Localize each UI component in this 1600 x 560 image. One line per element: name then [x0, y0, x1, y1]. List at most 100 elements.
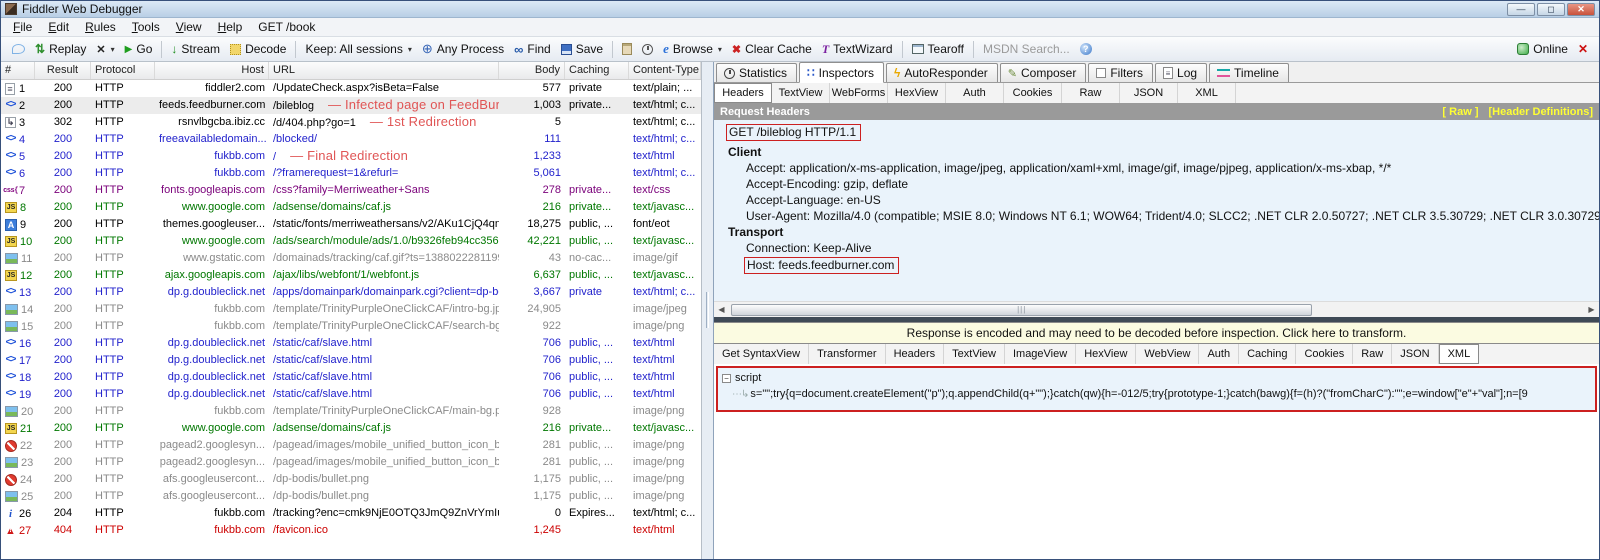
- tree-collapse-icon[interactable]: −: [722, 374, 731, 383]
- comment-button[interactable]: [7, 42, 30, 56]
- panel-splitter[interactable]: [701, 62, 714, 560]
- column-header-result[interactable]: Result: [35, 62, 91, 79]
- tab-get-syntaxview[interactable]: Get SyntaxView: [714, 344, 809, 364]
- column-header-protocol[interactable]: Protocol: [91, 62, 155, 79]
- tab-headers[interactable]: Headers: [886, 344, 945, 364]
- session-row[interactable]: css{7200HTTPfonts.googleapis.com/css?fam…: [1, 182, 701, 199]
- decode-notice-bar[interactable]: Response is encoded and may need to be d…: [714, 322, 1599, 344]
- tab-caching[interactable]: Caching: [1239, 344, 1296, 364]
- session-row[interactable]: <>19200HTTPdp.g.doubleclick.net/static/c…: [1, 386, 701, 403]
- session-row[interactable]: JS8200HTTPwww.google.com/adsense/domains…: [1, 199, 701, 216]
- msdn-search-button[interactable]: MSDN Search...: [978, 40, 1075, 58]
- remove-sessions-button[interactable]: ✕▾: [91, 41, 119, 58]
- tab-auth[interactable]: Auth: [1199, 344, 1239, 364]
- scroll-right-arrow[interactable]: ▶: [1584, 305, 1599, 314]
- find-button[interactable]: ∞Find: [509, 40, 556, 59]
- keep-sessions-dropdown[interactable]: Keep: All sessions▾: [300, 40, 416, 58]
- clear-cache-button[interactable]: ✖Clear Cache: [727, 40, 817, 58]
- session-row[interactable]: 23200HTTPpagead2.googlesyn.../pagead/ima…: [1, 454, 701, 471]
- save-button[interactable]: Save: [556, 40, 608, 58]
- column-header-caching[interactable]: Caching: [565, 62, 629, 79]
- menu-session-request[interactable]: GET /book: [250, 19, 323, 35]
- menu-view[interactable]: View: [168, 19, 210, 35]
- restore-button[interactable]: ◻: [1537, 3, 1565, 16]
- session-row[interactable]: <>18200HTTPdp.g.doubleclick.net/static/c…: [1, 369, 701, 386]
- session-row[interactable]: JS12200HTTPajax.googleapis.com/ajax/libs…: [1, 267, 701, 284]
- tab-webview[interactable]: WebView: [1136, 344, 1199, 364]
- tab-hexview[interactable]: HexView: [888, 83, 946, 103]
- go-button[interactable]: ▶Go: [120, 40, 158, 58]
- tab-json[interactable]: JSON: [1120, 83, 1178, 103]
- toolbar-close-button[interactable]: ✕: [1573, 40, 1593, 58]
- screenshot-button[interactable]: [617, 41, 637, 57]
- textwizard-button[interactable]: TTextWizard: [817, 40, 898, 59]
- session-row[interactable]: 20200HTTPfukbb.com/template/TrinityPurpl…: [1, 403, 701, 420]
- menu-file[interactable]: File: [5, 19, 40, 35]
- header-definitions-link[interactable]: [Header Definitions]: [1488, 106, 1593, 118]
- online-indicator[interactable]: Online: [1512, 40, 1573, 58]
- timer-button[interactable]: [637, 42, 658, 57]
- close-button[interactable]: ✕: [1567, 3, 1595, 16]
- tab-xml[interactable]: XML: [1178, 83, 1236, 103]
- session-row[interactable]: <>6200HTTPfukbb.com/?framerequest=1&refu…: [1, 165, 701, 182]
- session-row[interactable]: ↳3302HTTPrsnvlbgcba.ibiz.cc/d/404.php?go…: [1, 114, 701, 131]
- minimize-button[interactable]: —: [1507, 3, 1535, 16]
- tab-webforms[interactable]: WebForms: [830, 83, 888, 103]
- session-row[interactable]: ≡1200HTTPfiddler2.com/UpdateCheck.aspx?i…: [1, 80, 701, 97]
- tab-cookies[interactable]: Cookies: [1004, 83, 1062, 103]
- tab-raw[interactable]: Raw: [1062, 83, 1120, 103]
- browse-button[interactable]: eBrowse▾: [658, 39, 727, 59]
- tab-hexview[interactable]: HexView: [1076, 344, 1136, 364]
- tab-textview[interactable]: TextView: [772, 83, 830, 103]
- tab-inspectors[interactable]: ∷Inspectors: [799, 62, 884, 83]
- tab-autoresponder[interactable]: ϟAutoResponder: [886, 63, 998, 82]
- session-row[interactable]: <>4200HTTPfreeavailabledomain.../blocked…: [1, 131, 701, 148]
- tab-composer[interactable]: ✎Composer: [1000, 63, 1087, 82]
- session-row[interactable]: 24200HTTPafs.googleusercont.../dp-bodis/…: [1, 471, 701, 488]
- session-row[interactable]: JS21200HTTPwww.google.com/adsense/domain…: [1, 420, 701, 437]
- tab-transformer[interactable]: Transformer: [809, 344, 886, 364]
- session-row[interactable]: 14200HTTPfukbb.com/template/TrinityPurpl…: [1, 301, 701, 318]
- tab-json[interactable]: JSON: [1392, 344, 1438, 364]
- tab-textview[interactable]: TextView: [944, 344, 1005, 364]
- session-row[interactable]: <>13200HTTPdp.g.doubleclick.net/apps/dom…: [1, 284, 701, 301]
- session-list-header[interactable]: #ResultProtocolHostURLBodyCachingContent…: [1, 62, 701, 80]
- tab-xml[interactable]: XML: [1439, 344, 1480, 364]
- tab-timeline[interactable]: Timeline: [1209, 63, 1289, 82]
- tab-headers[interactable]: Headers: [714, 83, 772, 103]
- horizontal-scrollbar[interactable]: ◀ ▶: [714, 301, 1599, 317]
- menu-help[interactable]: Help: [210, 19, 251, 35]
- scroll-left-arrow[interactable]: ◀: [714, 305, 729, 314]
- help-button[interactable]: ?: [1075, 41, 1097, 57]
- session-row[interactable]: JS10200HTTPwww.google.com/ads/search/mod…: [1, 233, 701, 250]
- session-row[interactable]: ▲27404HTTPfukbb.com/favicon.ico1,245text…: [1, 522, 701, 539]
- menu-rules[interactable]: Rules: [77, 19, 124, 35]
- session-row[interactable]: 15200HTTPfukbb.com/template/TrinityPurpl…: [1, 318, 701, 335]
- tearoff-button[interactable]: Tearoff: [907, 40, 969, 58]
- menu-tools[interactable]: Tools: [124, 19, 168, 35]
- session-row[interactable]: <>5200HTTPfukbb.com/Final Redirection1,2…: [1, 148, 701, 165]
- scrollbar-thumb[interactable]: [731, 304, 1312, 316]
- session-row[interactable]: 11200HTTPwww.gstatic.com/domainads/track…: [1, 250, 701, 267]
- tab-log[interactable]: ≡Log: [1155, 63, 1207, 82]
- session-row[interactable]: <>17200HTTPdp.g.doubleclick.net/static/c…: [1, 352, 701, 369]
- session-row[interactable]: <>16200HTTPdp.g.doubleclick.net/static/c…: [1, 335, 701, 352]
- tab-auth[interactable]: Auth: [946, 83, 1004, 103]
- tab-statistics[interactable]: Statistics: [716, 63, 797, 82]
- column-header-#[interactable]: #: [1, 62, 35, 79]
- any-process-button[interactable]: ⊕Any Process: [417, 39, 509, 59]
- column-header-body[interactable]: Body: [499, 62, 565, 79]
- replay-button[interactable]: ⇅Replay: [30, 40, 91, 58]
- xml-root-node[interactable]: script: [735, 372, 761, 384]
- session-row[interactable]: 25200HTTPafs.googleusercont.../dp-bodis/…: [1, 488, 701, 505]
- session-row[interactable]: 22200HTTPpagead2.googlesyn.../pagead/ima…: [1, 437, 701, 454]
- menu-edit[interactable]: Edit: [40, 19, 77, 35]
- stream-button[interactable]: ↓Stream: [166, 40, 225, 58]
- session-row[interactable]: <>2200HTTPfeeds.feedburner.com/bileblogI…: [1, 97, 701, 114]
- tab-filters[interactable]: Filters: [1088, 63, 1153, 82]
- session-row[interactable]: i26204HTTPfukbb.com/tracking?enc=cmk9NjE…: [1, 505, 701, 522]
- raw-link[interactable]: [ Raw ]: [1442, 106, 1478, 118]
- tab-cookies[interactable]: Cookies: [1296, 344, 1353, 364]
- session-row[interactable]: A9200HTTPthemes.googleuser.../static/fon…: [1, 216, 701, 233]
- decode-button[interactable]: Decode: [225, 40, 291, 58]
